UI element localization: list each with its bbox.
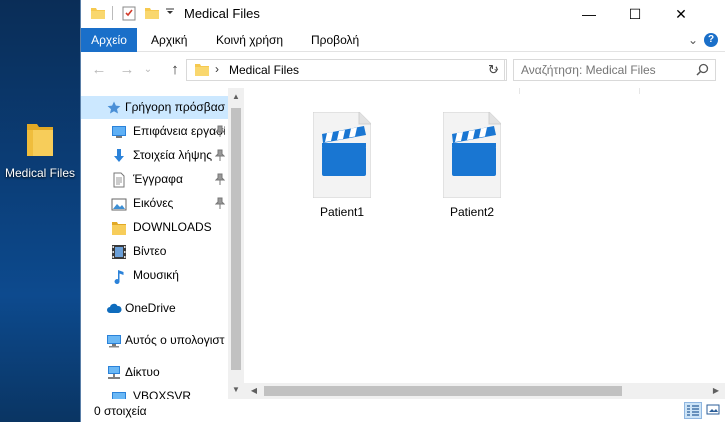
file-list-area[interactable]: Patient1 Patient2: [244, 88, 725, 383]
nav-quick-access[interactable]: Γρήγορη πρόσβαση: [81, 96, 228, 119]
expand-ribbon-chevron-icon[interactable]: ⌄: [688, 28, 698, 52]
breadcrumb-chevron-icon[interactable]: ›: [215, 62, 219, 76]
refresh-button[interactable]: ↻: [483, 59, 505, 81]
file-name: Patient2: [449, 205, 495, 219]
network-icon: [106, 365, 122, 381]
nav-item-label: Δίκτυο: [125, 365, 160, 379]
file-name: Patient1: [319, 205, 365, 219]
folder-icon: [194, 63, 210, 80]
scrollbar-thumb[interactable]: [231, 108, 241, 370]
tab-share[interactable]: Κοινή χρήση: [216, 28, 283, 52]
up-button[interactable]: ↑: [166, 61, 184, 79]
desktop-folder-label: Medical Files: [4, 166, 76, 180]
pin-icon: [214, 149, 226, 161]
music-note-icon: [111, 268, 127, 285]
address-bar[interactable]: › Medical Files ⌄: [186, 59, 507, 81]
toolbar-separator: [112, 6, 113, 20]
ribbon-tabs: Αρχείο Αρχική Κοινή χρήση Προβολή ⌄ ?: [81, 28, 725, 52]
file-item[interactable]: Patient2: [432, 112, 512, 222]
search-input[interactable]: [514, 60, 694, 80]
recent-locations-chevron-icon[interactable]: ⌄: [139, 61, 157, 79]
maximize-button[interactable]: ☐: [612, 0, 658, 28]
status-bar: 0 στοιχεία: [81, 399, 725, 422]
search-icon[interactable]: [696, 63, 709, 79]
new-folder-icon[interactable]: [144, 5, 160, 21]
tab-file[interactable]: Αρχείο: [81, 28, 137, 52]
scroll-up-arrow-icon[interactable]: ▲: [228, 89, 244, 105]
nav-item-label: Βίντεο: [133, 244, 167, 258]
nav-item-label: Γρήγορη πρόσβαση: [125, 100, 225, 114]
scroll-down-arrow-icon[interactable]: ▼: [228, 382, 244, 398]
large-icons-view-button[interactable]: [705, 402, 723, 419]
column-divider: [639, 88, 640, 94]
nav-item-desktop[interactable]: Επιφάνεια εργασίας: [81, 120, 228, 143]
nav-item-network[interactable]: Δίκτυο: [81, 361, 228, 384]
nav-item-downloads[interactable]: Στοιχεία λήψης: [81, 144, 228, 167]
details-view-icon: [687, 405, 699, 416]
pin-icon: [214, 173, 226, 185]
desktop: Medical Files: [0, 0, 80, 422]
cloud-icon: [106, 301, 122, 317]
pictures-icon: [111, 196, 127, 212]
navigation-pane-scrollbar[interactable]: ▲ ▼: [228, 88, 244, 399]
video-icon: [111, 244, 127, 260]
item-count: 0 στοιχεία: [94, 404, 147, 418]
breadcrumb-current-folder[interactable]: Medical Files: [229, 63, 299, 77]
nav-item-pictures[interactable]: Εικόνες: [81, 192, 228, 215]
nav-item-this-pc[interactable]: Αυτός ο υπολογιστής: [81, 329, 228, 352]
star-icon: [106, 100, 122, 116]
nav-item-label: Έγγραφα: [133, 172, 183, 186]
window-title: Medical Files: [184, 6, 260, 21]
video-file-icon: [443, 112, 501, 198]
properties-icon[interactable]: [121, 5, 137, 21]
file-explorer-window: Medical Files — ☐ ✕ Αρχείο Αρχική Κοινή …: [80, 0, 725, 422]
file-item[interactable]: Patient1: [302, 112, 382, 222]
nav-item-label: DOWNLOADS: [133, 220, 212, 234]
details-view-button[interactable]: [684, 402, 702, 419]
nav-item-label: Εικόνες: [133, 196, 174, 210]
document-icon: [111, 172, 127, 188]
scroll-right-arrow-icon[interactable]: ▶: [708, 383, 724, 399]
video-file-icon: [313, 112, 371, 198]
nav-item-onedrive[interactable]: OneDrive: [81, 297, 228, 320]
search-box[interactable]: [513, 59, 716, 81]
address-toolbar: ← → ⌄ ↑ › Medical Files ⌄ ↻: [81, 52, 725, 88]
folder-icon: [111, 220, 127, 236]
scrollbar-thumb[interactable]: [264, 386, 622, 396]
large-icons-view-icon: [706, 404, 720, 415]
nav-item-label: OneDrive: [125, 301, 176, 315]
nav-item-label: VBOXSVR: [133, 389, 192, 399]
nav-item-documents[interactable]: Έγγραφα: [81, 168, 228, 191]
nav-item-label: Επιφάνεια εργασίας: [133, 124, 225, 138]
desktop-icon: [111, 124, 127, 140]
folder-icon: [90, 5, 106, 21]
tab-view[interactable]: Προβολή: [311, 28, 359, 52]
nav-item-label: Στοιχεία λήψης: [133, 148, 213, 162]
nav-item-downloads-folder[interactable]: DOWNLOADS: [81, 216, 228, 239]
nav-item-label: Μουσική: [133, 268, 179, 282]
scroll-left-arrow-icon[interactable]: ◀: [246, 383, 262, 399]
navigation-pane: Γρήγορη πρόσβαση Επιφάνεια εργασίας Στοι…: [81, 88, 244, 399]
nav-item-videos[interactable]: Βίντεο: [81, 240, 228, 263]
nav-item-vboxsvr[interactable]: VBOXSVR: [81, 385, 228, 399]
desktop-folder-medical-files[interactable]: Medical Files: [4, 120, 76, 180]
download-arrow-icon: [111, 148, 127, 164]
computer-icon: [106, 333, 122, 349]
back-button[interactable]: ←: [90, 61, 108, 79]
close-button[interactable]: ✕: [658, 0, 704, 28]
pin-icon: [214, 125, 226, 137]
title-bar[interactable]: Medical Files — ☐ ✕: [81, 0, 725, 28]
tab-home[interactable]: Αρχική: [151, 28, 187, 52]
minimize-button[interactable]: —: [566, 0, 612, 28]
folder-icon: [25, 120, 55, 160]
forward-button[interactable]: →: [118, 61, 136, 79]
nav-item-label: Αυτός ο υπολογιστής: [125, 333, 225, 347]
help-icon[interactable]: ?: [704, 33, 718, 47]
pin-icon: [214, 197, 226, 209]
column-divider: [519, 88, 520, 94]
network-share-icon: [111, 389, 127, 399]
content-horizontal-scrollbar[interactable]: ◀ ▶: [244, 383, 725, 399]
nav-item-music[interactable]: Μουσική: [81, 264, 228, 287]
quick-access-toolbar-dropdown-icon[interactable]: [165, 8, 181, 24]
